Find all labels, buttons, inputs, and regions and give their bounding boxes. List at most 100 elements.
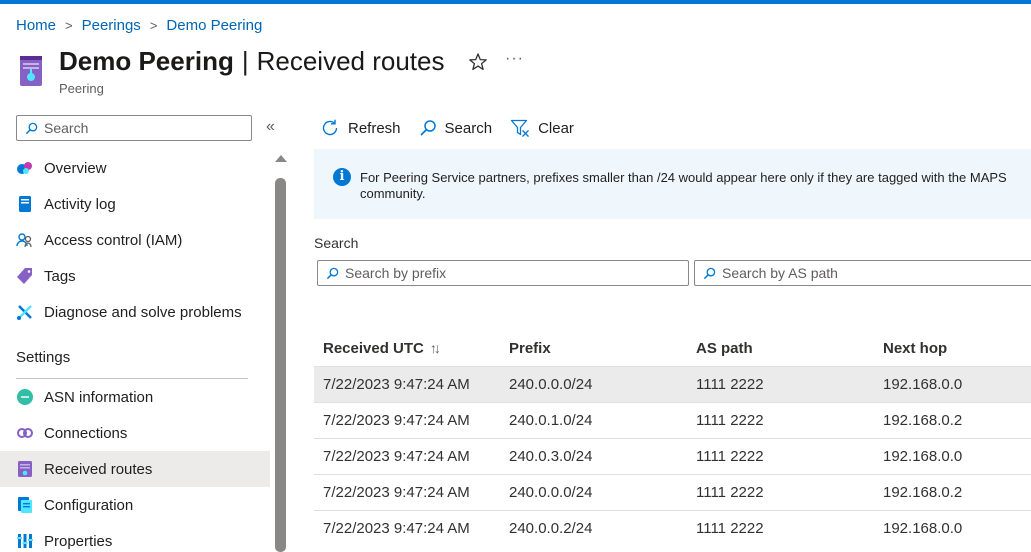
cell-next-hop: 192.168.0.0 [883, 520, 963, 537]
sidebar-item-tags[interactable]: Tags [0, 258, 270, 294]
table-row[interactable]: 7/22/2023 9:47:24 AM 240.0.3.0/24 1111 2… [314, 438, 1031, 474]
cell-prefix: 240.0.1.0/24 [509, 412, 593, 429]
refresh-label: Refresh [348, 119, 401, 137]
table-row[interactable]: 7/22/2023 9:47:24 AM 240.0.1.0/24 1111 2… [314, 402, 1031, 438]
sidebar-item-label: Overview [44, 159, 107, 177]
column-header-label: Received UTC [323, 339, 424, 357]
search-by-prefix-input[interactable]: Search by prefix [317, 260, 689, 286]
search-icon [25, 122, 38, 134]
scroll-up-arrow-icon[interactable] [275, 155, 287, 162]
sidebar-item-overview[interactable]: Overview [0, 150, 270, 186]
properties-icon [16, 532, 34, 550]
top-accent-bar [0, 0, 1031, 4]
search-label: Search [444, 119, 493, 137]
cell-as-path: 1111 2222 [696, 412, 764, 429]
collapse-sidebar-button[interactable]: « [266, 118, 275, 136]
sidebar-item-access-control[interactable]: Access control (IAM) [0, 222, 270, 258]
tag-icon [16, 267, 34, 285]
prefix-placeholder: Search by prefix [345, 265, 447, 281]
favorite-star-icon[interactable] [468, 52, 488, 72]
configuration-icon [16, 496, 34, 514]
cell-as-path: 1111 2222 [696, 520, 764, 537]
breadcrumb-separator: > [65, 17, 73, 33]
connections-icon [16, 424, 34, 442]
sidebar-item-label: ASN information [44, 388, 154, 406]
clear-filter-icon [510, 119, 530, 137]
table-row[interactable]: 7/22/2023 9:47:24 AM 240.0.0.0/24 1111 2… [314, 474, 1031, 510]
refresh-button[interactable]: Refresh [320, 118, 401, 138]
received-routes-table: Received UTC ↑↓ Prefix AS path Next hop 7… [314, 330, 1031, 546]
sidebar-item-label: Access control (IAM) [44, 231, 183, 249]
info-icon: i [333, 168, 351, 186]
sidebar-item-label: Tags [44, 267, 76, 285]
sidebar-item-properties[interactable]: Properties [0, 523, 270, 552]
sidebar-search-input[interactable]: Search [16, 115, 252, 141]
scrollbar-thumb[interactable] [275, 178, 286, 552]
peering-resource-icon [20, 56, 42, 86]
refresh-icon [322, 119, 338, 136]
cell-received-utc: 7/22/2023 9:47:24 AM [323, 412, 470, 429]
clear-label: Clear [538, 119, 574, 137]
sidebar-item-label: Received routes [44, 460, 153, 478]
sidebar-item-configuration[interactable]: Configuration [0, 487, 270, 523]
column-header-received-utc[interactable]: Received UTC ↑↓ [314, 340, 501, 357]
cell-next-hop: 192.168.0.0 [883, 376, 963, 393]
cell-prefix: 240.0.0.0/24 [509, 484, 593, 501]
sidebar-item-label: Connections [44, 424, 128, 442]
cell-received-utc: 7/22/2023 9:47:24 AM [323, 520, 470, 537]
page-title: Demo Peering | Received routes [59, 45, 444, 77]
cell-received-utc: 7/22/2023 9:47:24 AM [323, 376, 470, 393]
sidebar-item-received-routes[interactable]: Received routes [0, 451, 270, 487]
cell-received-utc: 7/22/2023 9:47:24 AM [323, 448, 470, 465]
column-header-as-path[interactable]: AS path [688, 340, 875, 357]
cell-next-hop: 192.168.0.2 [883, 412, 963, 429]
sidebar-search-placeholder: Search [44, 120, 89, 136]
sidebar-item-label: Diagnose and solve problems [44, 303, 242, 321]
sidebar-item-label: Properties [44, 532, 113, 550]
cell-prefix: 240.0.0.0/24 [509, 376, 593, 393]
page-subtitle: Peering [59, 81, 104, 96]
peering-icon [16, 460, 34, 478]
cell-as-path: 1111 2222 [696, 376, 764, 393]
overview-icon [16, 159, 34, 177]
search-button[interactable]: Search [419, 119, 493, 137]
cell-next-hop: 192.168.0.0 [883, 448, 963, 465]
info-banner: i For Peering Service partners, prefixes… [314, 149, 1031, 219]
sort-icon[interactable]: ↑↓ [430, 340, 441, 356]
command-bar: Refresh Search Clear [320, 116, 592, 140]
cell-prefix: 240.0.3.0/24 [509, 448, 593, 465]
search-by-as-path-input[interactable]: Search by AS path [694, 260, 1031, 286]
people-icon [16, 231, 34, 249]
as-path-placeholder: Search by AS path [722, 265, 838, 281]
sidebar-item-asn-information[interactable]: ASN information [0, 379, 270, 415]
cell-as-path: 1111 2222 [696, 448, 764, 465]
breadcrumb-separator: > [149, 17, 158, 33]
breadcrumb-peerings[interactable]: Peerings [82, 17, 141, 34]
activity-log-icon [16, 195, 34, 213]
cell-received-utc: 7/22/2023 9:47:24 AM [323, 484, 470, 501]
page-title-blade: Received routes [256, 46, 445, 76]
breadcrumb: Home > Peerings > Demo Peering [16, 15, 262, 35]
table-row[interactable]: 7/22/2023 9:47:24 AM 240.0.0.2/24 1111 2… [314, 510, 1031, 546]
breadcrumb-home[interactable]: Home [16, 17, 56, 34]
table-row[interactable]: 7/22/2023 9:47:24 AM 240.0.0.0/24 1111 2… [314, 366, 1031, 402]
search-icon [703, 267, 716, 279]
clear-button[interactable]: Clear [510, 118, 574, 138]
breadcrumb-demo-peering[interactable]: Demo Peering [166, 17, 262, 34]
table-header: Received UTC ↑↓ Prefix AS path Next hop [314, 330, 1031, 366]
page-title-resource: Demo Peering [59, 46, 234, 76]
search-icon [326, 267, 339, 279]
sidebar-item-label: Activity log [44, 195, 116, 213]
sidebar-scrollbar[interactable] [275, 155, 287, 552]
info-text: For Peering Service partners, prefixes s… [360, 170, 1007, 201]
sidebar-item-activity-log[interactable]: Activity log [0, 186, 270, 222]
sidebar-item-connections[interactable]: Connections [0, 415, 270, 451]
asn-icon [16, 388, 34, 406]
search-section-label: Search [314, 235, 359, 251]
column-header-next-hop[interactable]: Next hop [875, 340, 1031, 357]
column-header-prefix[interactable]: Prefix [501, 340, 688, 357]
sidebar-item-label: Configuration [44, 496, 134, 514]
more-options-button[interactable]: ··· [505, 50, 524, 68]
sidebar-item-diagnose[interactable]: Diagnose and solve problems [0, 294, 270, 330]
search-icon [419, 120, 436, 136]
